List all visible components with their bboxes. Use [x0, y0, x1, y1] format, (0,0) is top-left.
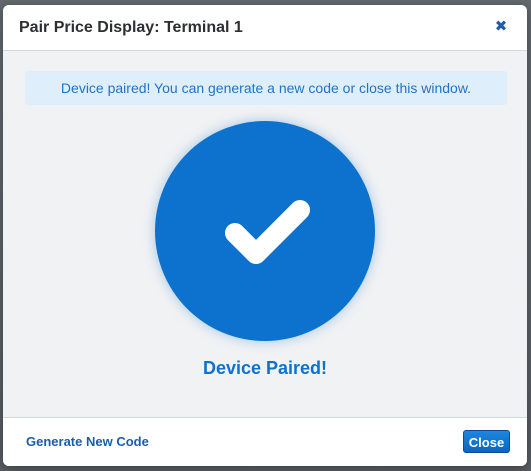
generate-new-code-link[interactable]: Generate New Code [26, 434, 149, 449]
dialog-footer: Generate New Code Close [3, 417, 527, 466]
status-label: Device Paired! [202, 358, 328, 378]
checkmark-icon [225, 200, 310, 264]
close-button[interactable]: Close [463, 430, 510, 453]
dialog-header: Pair Price Display: Terminal 1 ✖ [3, 5, 527, 51]
pair-device-dialog: Pair Price Display: Terminal 1 ✖ Device … [3, 5, 527, 466]
paired-status-circle [155, 121, 375, 341]
close-icon[interactable]: ✖ [493, 18, 509, 36]
dialog-title: Pair Price Display: Terminal 1 [19, 19, 243, 36]
success-alert: Device paired! You can generate a new co… [25, 71, 507, 105]
